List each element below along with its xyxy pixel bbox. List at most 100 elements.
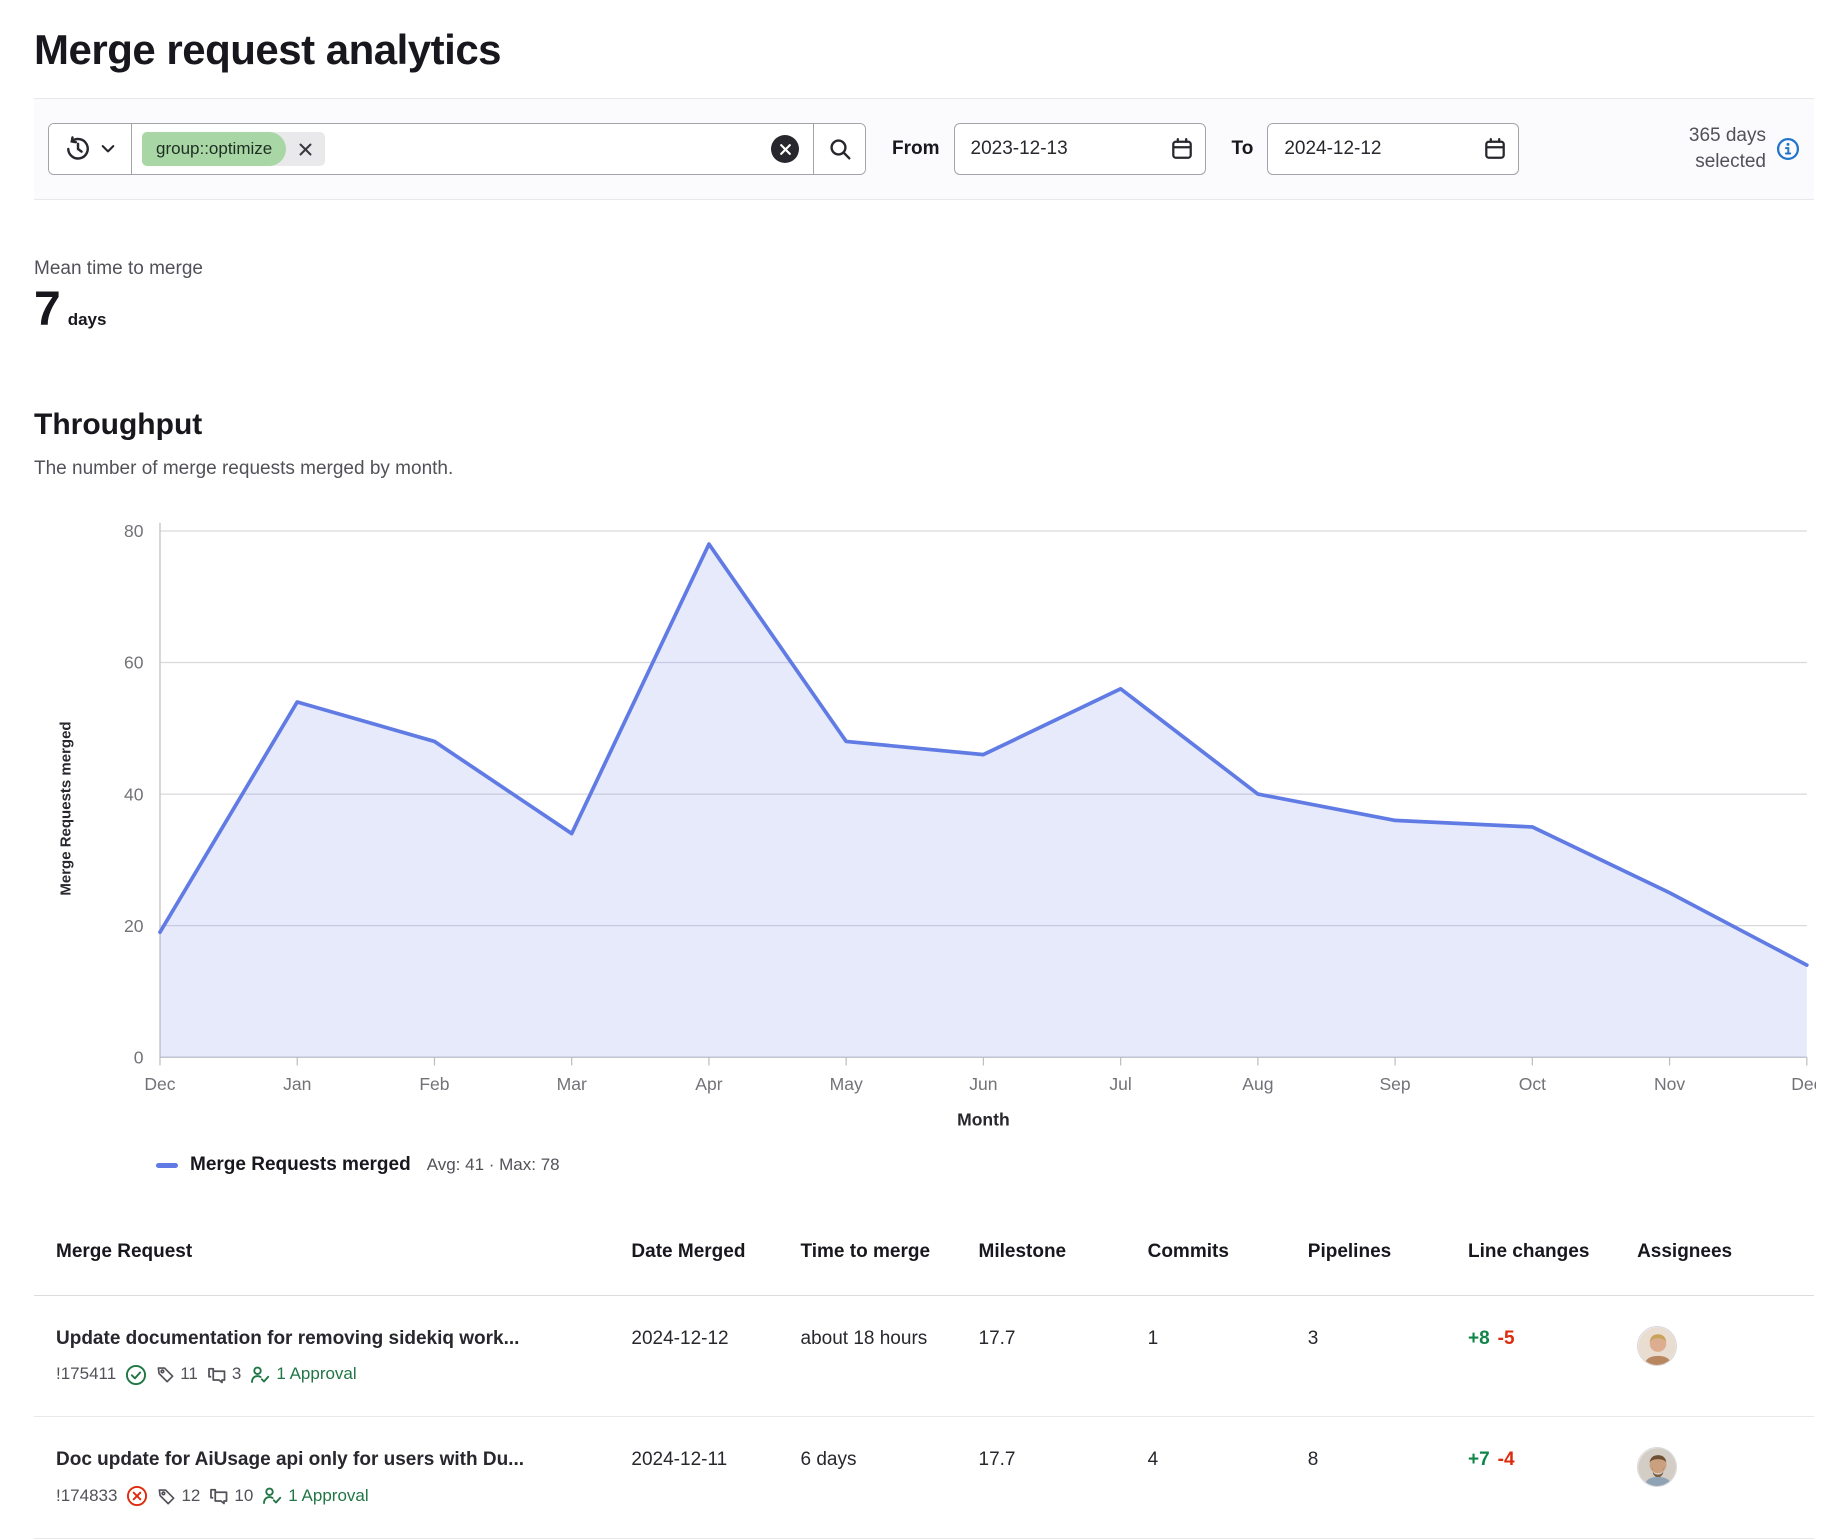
history-icon	[65, 136, 91, 162]
from-date-input[interactable]	[954, 123, 1206, 175]
svg-text:Aug: Aug	[1242, 1074, 1273, 1094]
label-icon	[156, 1365, 175, 1384]
approval-icon	[262, 1486, 282, 1506]
legend-series-label: Merge Requests merged	[190, 1154, 411, 1176]
labels-count: 11	[156, 1363, 198, 1386]
approvals-link[interactable]: 1 Approval	[262, 1485, 368, 1508]
merge-requests-table: Merge Request Date Merged Time to merge …	[34, 1222, 1814, 1539]
lines-removed: -5	[1498, 1328, 1515, 1349]
svg-text:80: 80	[124, 521, 144, 541]
milestone-cell: 17.7	[969, 1295, 1138, 1417]
svg-text:60: 60	[124, 653, 144, 673]
to-label: To	[1232, 138, 1254, 160]
merge-request-id: !174833	[56, 1485, 117, 1508]
search-history-dropdown[interactable]	[49, 124, 132, 174]
from-label: From	[892, 138, 940, 160]
mean-time-to-merge-metric: Mean time to merge 7 days	[34, 258, 1814, 334]
col-header-date-merged: Date Merged	[621, 1222, 790, 1295]
calendar-icon[interactable]	[1170, 137, 1194, 161]
filter-token[interactable]: group::optimize	[142, 132, 325, 166]
metric-label: Mean time to merge	[34, 258, 1814, 280]
throughput-chart: Merge Requests merged 020406080DecJanFeb…	[34, 500, 1814, 1176]
metric-value: 7	[34, 286, 61, 334]
svg-text:Month: Month	[957, 1109, 1010, 1129]
svg-text:Dec: Dec	[144, 1074, 175, 1094]
lines-removed: -4	[1498, 1449, 1515, 1470]
legend-swatch	[156, 1163, 178, 1168]
legend-stats: Avg: 41 · Max: 78	[427, 1155, 560, 1175]
date-merged-cell: 2024-12-12	[621, 1295, 790, 1417]
chart-legend: Merge Requests merged Avg: 41 · Max: 78	[156, 1154, 1814, 1176]
information-icon[interactable]	[1776, 137, 1800, 161]
line-changes-cell: +8 -5	[1458, 1295, 1627, 1417]
pipelines-cell: 8	[1298, 1417, 1458, 1539]
svg-text:Sep: Sep	[1380, 1074, 1411, 1094]
line-changes-cell: +7 -4	[1458, 1417, 1627, 1539]
filtered-search: group::optimize	[48, 123, 866, 175]
chart-y-axis-title: Merge Requests merged	[58, 689, 75, 929]
comments-count: 10	[209, 1485, 253, 1508]
approvals-link[interactable]: 1 Approval	[250, 1363, 356, 1386]
svg-text:Mar: Mar	[557, 1074, 587, 1094]
table-row: Doc update for AiUsage api only for user…	[34, 1417, 1814, 1539]
svg-text:Dec: Dec	[1791, 1074, 1816, 1094]
svg-text:20: 20	[124, 916, 144, 936]
days-selected-text: 365 days selected	[1658, 123, 1766, 174]
col-header-time-to-merge: Time to merge	[791, 1222, 969, 1295]
svg-text:Jun: Jun	[969, 1074, 997, 1094]
labels-count: 12	[157, 1485, 200, 1508]
filter-token-label: group::optimize	[142, 132, 286, 166]
milestone-cell: 17.7	[969, 1417, 1138, 1539]
svg-text:Oct: Oct	[1519, 1074, 1546, 1094]
svg-text:40: 40	[124, 784, 144, 804]
search-button[interactable]	[813, 124, 865, 174]
time-to-merge-cell: 6 days	[791, 1417, 969, 1539]
pipeline-failed-icon[interactable]	[126, 1485, 148, 1507]
svg-text:0: 0	[134, 1047, 144, 1067]
merge-request-id: !175411	[56, 1363, 116, 1386]
date-range-from: From	[892, 123, 1206, 175]
search-icon	[828, 137, 852, 161]
chevron-down-icon	[101, 144, 115, 154]
col-header-pipelines: Pipelines	[1298, 1222, 1458, 1295]
assignee-avatar[interactable]	[1637, 1447, 1677, 1487]
date-range-to: To	[1232, 123, 1520, 175]
search-input[interactable]: group::optimize	[132, 124, 813, 174]
page-title: Merge request analytics	[34, 0, 1814, 98]
svg-text:Feb: Feb	[419, 1074, 449, 1094]
col-header-line-changes: Line changes	[1458, 1222, 1627, 1295]
clear-search-button[interactable]	[771, 135, 799, 163]
metric-unit: days	[68, 310, 107, 330]
throughput-description: The number of merge requests merged by m…	[34, 458, 1814, 480]
comments-icon	[207, 1365, 227, 1385]
comments-icon	[209, 1486, 229, 1506]
time-to-merge-cell: about 18 hours	[791, 1295, 969, 1417]
col-header-milestone: Milestone	[969, 1222, 1138, 1295]
col-header-assignees: Assignees	[1627, 1222, 1814, 1295]
pipeline-passed-icon[interactable]	[125, 1364, 147, 1386]
lines-added: +8	[1468, 1328, 1490, 1349]
svg-text:Apr: Apr	[695, 1074, 722, 1094]
merge-request-link[interactable]: Update documentation for removing sideki…	[56, 1326, 611, 1352]
approval-icon	[250, 1365, 270, 1385]
col-header-merge-request: Merge Request	[34, 1222, 621, 1295]
label-icon	[157, 1487, 176, 1506]
commits-cell: 4	[1138, 1417, 1298, 1539]
lines-added: +7	[1468, 1449, 1490, 1470]
comments-count: 3	[207, 1363, 241, 1386]
col-header-commits: Commits	[1138, 1222, 1298, 1295]
token-close-icon[interactable]	[286, 132, 325, 166]
assignee-avatar[interactable]	[1637, 1326, 1677, 1366]
calendar-icon[interactable]	[1483, 137, 1507, 161]
svg-text:Nov: Nov	[1654, 1074, 1685, 1094]
merge-request-link[interactable]: Doc update for AiUsage api only for user…	[56, 1447, 611, 1473]
area-chart: 020406080DecJanFebMarAprMayJunJulAugSepO…	[60, 500, 1816, 1148]
table-row: Update documentation for removing sideki…	[34, 1295, 1814, 1417]
filter-bar: group::optimize	[34, 98, 1814, 200]
throughput-title: Throughput	[34, 408, 1814, 442]
date-merged-cell: 2024-12-11	[621, 1417, 790, 1539]
svg-text:Jul: Jul	[1109, 1074, 1131, 1094]
svg-text:May: May	[830, 1074, 863, 1094]
clear-icon	[779, 143, 792, 156]
to-date-input[interactable]	[1267, 123, 1519, 175]
